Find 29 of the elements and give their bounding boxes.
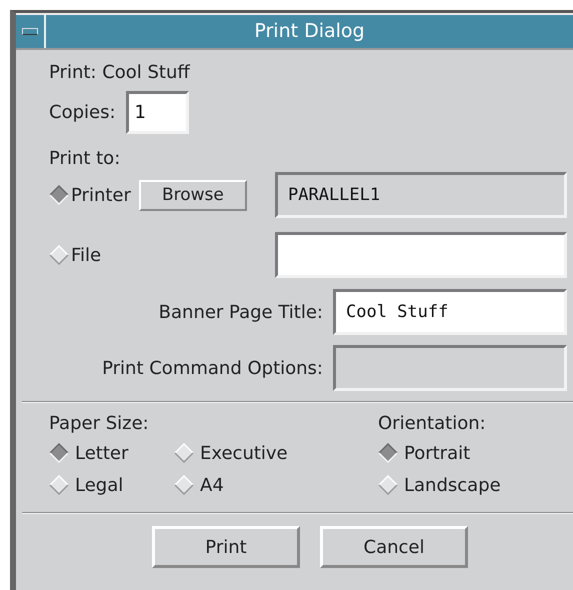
radio-label: Portrait	[404, 442, 470, 464]
radio-label: Legal	[75, 474, 124, 496]
print-to-label: Print to:	[49, 148, 122, 169]
paper-size-label: Paper Size:	[49, 413, 150, 434]
radio-label: A4	[200, 474, 224, 496]
radio-button[interactable]	[174, 475, 194, 495]
radio-label: Executive	[200, 442, 288, 464]
radio-button[interactable]	[378, 475, 398, 495]
dialog-button[interactable]: Print	[152, 526, 300, 568]
option-label: Banner Page Title:	[158, 302, 324, 322]
radio-label: Landscape	[404, 474, 501, 496]
copies-label: Copies:	[49, 102, 116, 123]
window-title: Print Dialog	[46, 15, 573, 48]
option-field[interactable]: Cool Stuff	[333, 289, 567, 335]
radio-label: Printer	[71, 184, 131, 206]
radio-label: File	[71, 244, 102, 266]
radio-button[interactable]	[49, 443, 69, 463]
dialog-button[interactable]: Cancel	[320, 526, 468, 568]
document-name-label: Print: Cool Stuff	[49, 62, 192, 83]
destination-field[interactable]	[275, 232, 567, 278]
option-label: Print Command Options:	[101, 358, 324, 378]
radio-button[interactable]	[378, 443, 398, 463]
radio-button[interactable]	[174, 443, 194, 463]
radio-label: Letter	[75, 442, 128, 464]
radio-button[interactable]	[49, 475, 69, 495]
radio-button[interactable]	[49, 245, 69, 265]
window-menu-button[interactable]	[16, 15, 46, 48]
copies-field[interactable]: 1	[126, 91, 189, 134]
orientation-label: Orientation:	[378, 413, 487, 434]
